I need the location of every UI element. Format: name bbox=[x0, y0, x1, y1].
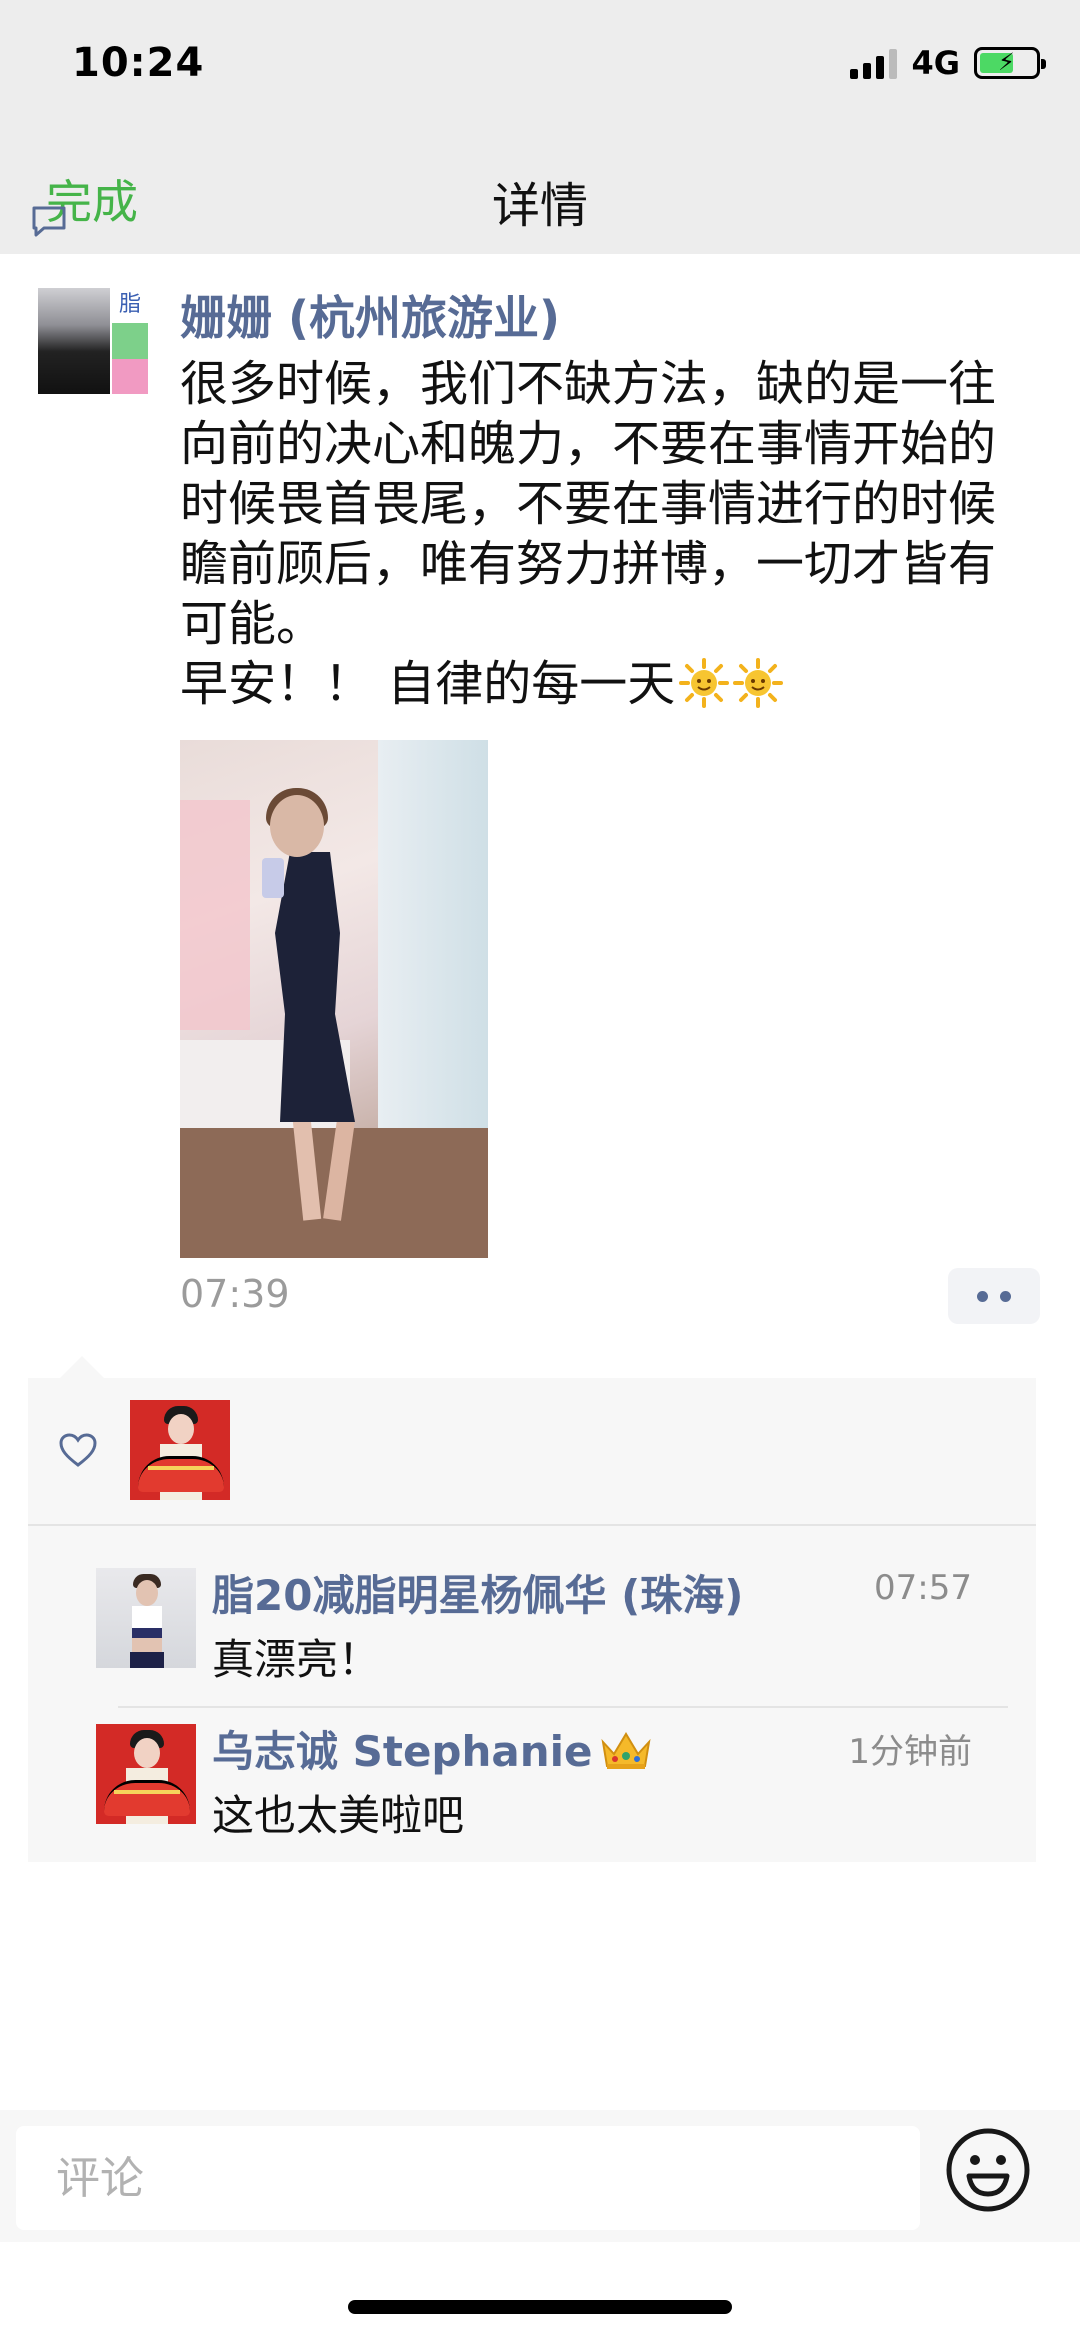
post-photo[interactable] bbox=[180, 740, 488, 1258]
signal-icon bbox=[850, 47, 898, 79]
like-avatar[interactable] bbox=[130, 1400, 230, 1500]
comment-time: 07:57 bbox=[874, 1568, 972, 1608]
commenter-name-row[interactable]: 乌志诚 Stephanie bbox=[212, 1718, 653, 1779]
status-indicators: 4G ⚡ bbox=[850, 44, 1046, 82]
comment-bar bbox=[0, 2110, 1080, 2242]
commenter-name[interactable]: 脂20减脂明星杨佩华 (珠海) bbox=[212, 1562, 743, 1623]
post-time: 07:39 bbox=[180, 1272, 290, 1316]
likes-row bbox=[28, 1378, 1036, 1526]
sun-icon bbox=[733, 658, 784, 708]
comment-time: 1分钟前 bbox=[848, 1732, 972, 1772]
author-avatar[interactable]: 脂 bbox=[38, 288, 148, 394]
post-text: 很多时候，我们不缺方法，缺的是一往 向前的决心和魄力，不要在事情开始的 时候畏首… bbox=[180, 354, 1030, 714]
post-text-line: 向前的决心和魄力，不要在事情开始的 bbox=[180, 416, 997, 472]
network-type: 4G bbox=[911, 44, 960, 82]
sun-icon bbox=[679, 658, 730, 708]
post-greeting: 早安！！ 自律的每一天 bbox=[180, 656, 676, 712]
emoji-icon[interactable] bbox=[944, 2126, 1032, 2214]
comment-icon bbox=[32, 206, 66, 237]
comment-divider bbox=[118, 1706, 1008, 1708]
battery-icon: ⚡ bbox=[974, 47, 1046, 79]
home-indicator[interactable] bbox=[348, 2300, 732, 2314]
page-title: 详情 bbox=[491, 178, 588, 234]
post-greeting-line: 早安！！ 自律的每一天 bbox=[180, 654, 1030, 714]
comment-text: 这也太美啦吧 bbox=[212, 1791, 465, 1840]
commenter-avatar[interactable] bbox=[96, 1568, 196, 1668]
post-author-name[interactable]: 姗姗 (杭州旅游业) bbox=[180, 282, 560, 348]
status-time: 10:24 bbox=[72, 40, 205, 86]
post-text-line: 很多时候，我们不缺方法，缺的是一往 bbox=[180, 356, 997, 412]
post-text-line: 可能。 bbox=[180, 596, 325, 652]
post-text-line: 瞻前顾后，唯有努力拼博，一切才皆有 bbox=[180, 536, 997, 592]
commenter-name[interactable]: 乌志诚 Stephanie bbox=[212, 1727, 593, 1776]
post-text-line: 时候畏首畏尾，不要在事情进行的时候 bbox=[180, 476, 997, 532]
top-bar: 10:24 4G ⚡ 详情 完成 bbox=[0, 0, 1080, 254]
comment-input[interactable] bbox=[16, 2126, 920, 2230]
comment-text: 真漂亮！ bbox=[212, 1635, 381, 1684]
heart-icon bbox=[59, 1433, 97, 1467]
more-options-button[interactable] bbox=[948, 1268, 1040, 1324]
commenter-avatar[interactable] bbox=[96, 1724, 196, 1824]
crown-icon bbox=[600, 1732, 651, 1769]
